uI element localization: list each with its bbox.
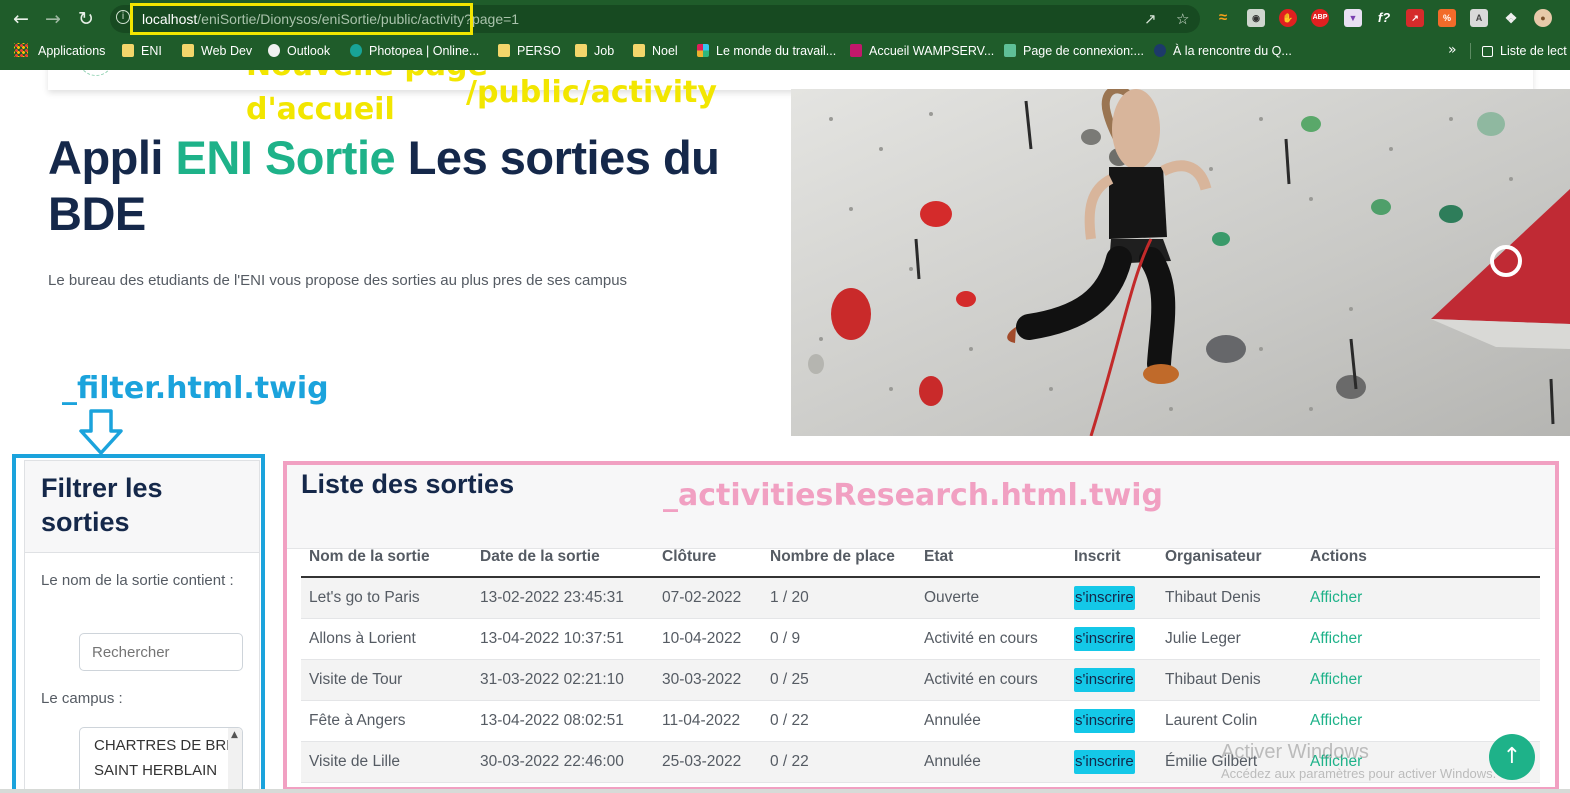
reload-icon[interactable]: ↻: [75, 8, 97, 30]
hand-icon[interactable]: ✋: [1279, 9, 1297, 27]
annotation-filter-template: _filter.html.twig: [62, 371, 329, 406]
taskbar-edge: [0, 789, 1570, 793]
bookmark-label: Page de connexion:...: [1023, 44, 1144, 58]
abp-icon[interactable]: ABP: [1311, 9, 1329, 27]
folder-icon: [182, 44, 194, 57]
arrow-up-icon: ↑: [1502, 744, 1522, 769]
windows-activation-watermark: Activer Windows Accédez aux paramètres p…: [1221, 741, 1496, 781]
bookmark-label: Job: [594, 44, 615, 58]
rss-icon[interactable]: ≈: [1214, 9, 1232, 27]
annotation-public-activity: /public/activity: [466, 75, 717, 110]
bookmark-label: Le monde du travail...: [716, 44, 837, 58]
bookmark-a-la-rencontre[interactable]: À la rencontre du Q...: [1154, 42, 1292, 60]
bookmark-label: Accueil WAMPSERV...: [869, 44, 995, 58]
bookmark-photopea[interactable]: Photopea | Online...: [350, 42, 479, 60]
back-icon[interactable]: ←: [10, 8, 32, 30]
watermark-line2: Accédez aux paramètres pour activer Wind…: [1221, 766, 1497, 781]
bookmark-eni[interactable]: ENI: [122, 42, 162, 60]
hero-title-accent: ENI Sortie: [175, 131, 396, 184]
hero-title: Appli ENI Sortie Les sorties du BDE: [48, 130, 748, 242]
bookmark-label: PERSO: [517, 44, 561, 58]
bookmark-noel[interactable]: Noel: [633, 42, 678, 60]
bookmark-label: Noel: [652, 44, 678, 58]
scroll-to-top-button[interactable]: ↑: [1489, 734, 1535, 780]
down-arrow-icon: [79, 409, 123, 455]
folder-icon: [122, 44, 134, 57]
filter-annotation-box: [12, 454, 265, 793]
watermark-line1: Activer Windows: [1221, 741, 1369, 763]
annotation-new-home-line1: Nouvelle page: [246, 70, 488, 83]
bookmark-page-de-connexion[interactable]: Page de connexion:...: [1004, 42, 1144, 60]
reading-list-icon: [1482, 46, 1493, 57]
forward-icon[interactable]: →: [42, 8, 64, 30]
reading-list[interactable]: Liste de lect: [1482, 42, 1567, 60]
folder-icon: [575, 44, 587, 57]
annotation-new-home-line2: d'accueil: [246, 92, 395, 127]
more-bookmarks-icon[interactable]: »: [1448, 42, 1457, 58]
bookmark-label: À la rencontre du Q...: [1173, 44, 1292, 58]
hero-title-part1: Appli: [48, 131, 176, 184]
bookmarks-divider: [1470, 43, 1471, 59]
bookmark-label: ENI: [141, 44, 162, 58]
browser-chrome: ← → ↻ i localhost/eniSortie/Dionysos/eni…: [0, 0, 1570, 70]
avatar-icon[interactable]: ●: [1534, 9, 1552, 27]
slack-icon: [697, 44, 709, 57]
browser-toolbar: ← → ↻ i localhost/eniSortie/Dionysos/eni…: [0, 0, 1570, 38]
fx-icon[interactable]: f?: [1375, 9, 1393, 27]
bookmark-job[interactable]: Job: [575, 42, 614, 60]
rencontre-icon: [1154, 44, 1166, 57]
hero-climbing-image: [791, 89, 1570, 436]
outlook-icon: [268, 44, 280, 57]
bookmark-label: Outlook: [287, 44, 331, 58]
hero-description: Le bureau des etudiants de l'ENI vous pr…: [48, 272, 628, 289]
share-icon[interactable]: ↗: [1144, 9, 1157, 29]
web-page: Appli ENI Sortie Les sorties du BDE Le b…: [0, 70, 1570, 793]
a-icon[interactable]: A: [1470, 9, 1488, 27]
bookmark-label: Applications: [38, 44, 106, 58]
bookmarks-bar: Applications ENI Web Dev Outlook Photope…: [0, 38, 1570, 64]
bookmark-perso[interactable]: PERSO: [498, 42, 561, 60]
folder-icon: [633, 44, 645, 57]
translate-icon[interactable]: %: [1438, 9, 1456, 27]
bookmark-outlook[interactable]: Outlook: [268, 42, 330, 60]
climbing-illustration: [791, 89, 1570, 436]
bookmark-wampserver[interactable]: Accueil WAMPSERV...: [850, 42, 994, 60]
bookmark-web-dev[interactable]: Web Dev: [182, 42, 252, 60]
bookmark-label: Photopea | Online...: [369, 44, 480, 58]
apps-grid-icon: [14, 43, 28, 57]
wamp-icon: [850, 44, 862, 57]
bookmark-applications[interactable]: Applications: [38, 42, 105, 60]
bookmark-le-monde-du-travail[interactable]: Le monde du travail...: [697, 42, 836, 60]
star-icon[interactable]: ☆: [1176, 9, 1189, 29]
camera-icon[interactable]: ◉: [1247, 9, 1265, 27]
bookmark-label: Web Dev: [201, 44, 253, 58]
connexion-icon: [1004, 44, 1016, 57]
reading-list-label: Liste de lect: [1500, 44, 1567, 58]
photopea-icon: [350, 44, 362, 57]
url-highlight-box: [130, 3, 473, 35]
folder-icon: [498, 44, 510, 57]
shield-icon[interactable]: ▼: [1344, 9, 1362, 27]
info-icon[interactable]: i: [116, 10, 130, 24]
arrow-icon[interactable]: ↗: [1406, 9, 1424, 27]
puzzle-icon[interactable]: ❖: [1502, 9, 1520, 27]
